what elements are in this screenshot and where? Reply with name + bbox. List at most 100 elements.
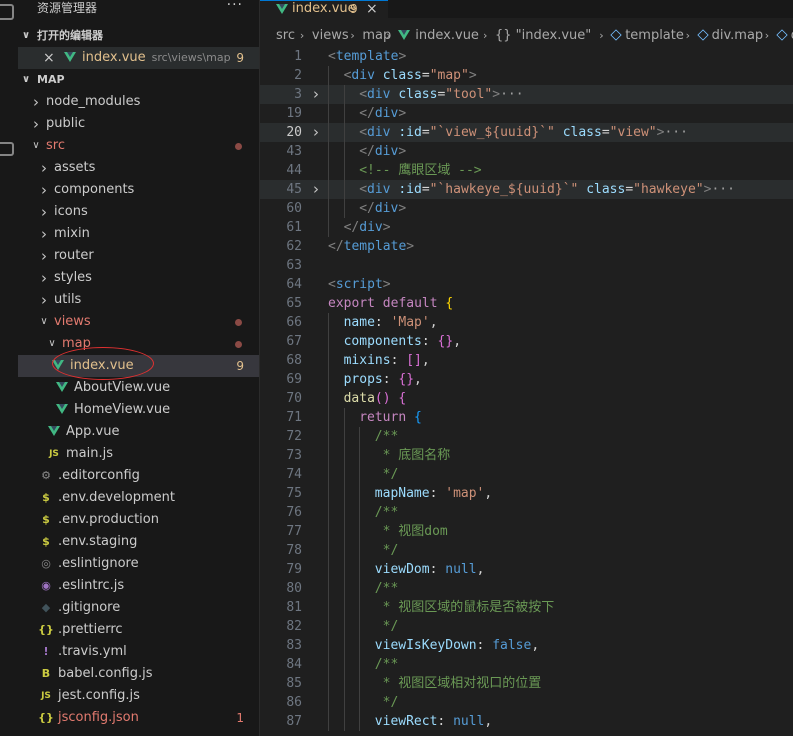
- tree-file[interactable]: HomeView.vue: [18, 399, 259, 421]
- tree-file[interactable]: $ .env.development: [18, 487, 259, 509]
- code-line[interactable]: 80 /**: [260, 579, 793, 598]
- code-text: * 视图dom: [374, 524, 448, 539]
- tree-folder[interactable]: ∨ views: [18, 311, 259, 333]
- code-line[interactable]: 76 /**: [260, 503, 793, 522]
- code-line[interactable]: 45 › <div :id="`hawkeye_${uuid}`" class="h…: [260, 180, 793, 199]
- code-line[interactable]: 73 * 底图名称: [260, 446, 793, 465]
- breadcrumb-item[interactable]: div.: [776, 25, 793, 47]
- code-line[interactable]: 63: [260, 256, 793, 275]
- code-line[interactable]: 77 * 视图dom: [260, 522, 793, 541]
- code-line[interactable]: 62 </template>: [260, 237, 793, 256]
- code-line[interactable]: 82 */: [260, 617, 793, 636]
- code-text: /**: [374, 505, 399, 520]
- tree-folder[interactable]: › icons: [18, 201, 259, 223]
- code-line[interactable]: 75 mapName: 'map',: [260, 484, 793, 503]
- code-line[interactable]: 64 <script>: [260, 275, 793, 294]
- more-actions-icon[interactable]: ···: [227, 0, 243, 13]
- code-line[interactable]: 3 › <div class="tool">···: [260, 85, 793, 104]
- open-editors-header[interactable]: ∨ 打开的编辑器: [18, 25, 259, 47]
- code-line[interactable]: 86 */: [260, 693, 793, 712]
- close-icon[interactable]: ×: [43, 47, 55, 69]
- code-line[interactable]: 78 */: [260, 541, 793, 560]
- close-icon[interactable]: ×: [366, 1, 378, 17]
- breadcrumb-item[interactable]: index.vue: [398, 25, 479, 47]
- breadcrumb-item[interactable]: views: [312, 25, 349, 47]
- code-line[interactable]: 66 name: 'Map',: [260, 313, 793, 332]
- code-line[interactable]: 60 </div>: [260, 199, 793, 218]
- code-line[interactable]: 83 viewIsKeyDown: false,: [260, 636, 793, 655]
- code-line[interactable]: 85 * 视图区域相对视口的位置: [260, 674, 793, 693]
- code-line[interactable]: 69 props: {},: [260, 370, 793, 389]
- code-line[interactable]: 19 </div>: [260, 104, 793, 123]
- source-control-icon[interactable]: [0, 142, 14, 156]
- tree-file[interactable]: {} jsconfig.json 1: [18, 707, 259, 729]
- tree-file[interactable]: ◆ .gitignore: [18, 597, 259, 619]
- tree-file[interactable]: Bbabel.config.js: [18, 663, 259, 685]
- breadcrumb-item[interactable]: div.map: [696, 25, 763, 47]
- fold-chevron-icon[interactable]: ›: [313, 180, 319, 199]
- line-number: 76: [286, 505, 302, 520]
- indent-guide: [343, 636, 345, 655]
- tree-folder[interactable]: › router: [18, 245, 259, 267]
- tab-index-vue[interactable]: index.vue 9 ×: [260, 0, 388, 18]
- breadcrumb-item[interactable]: {} "index.vue": [495, 25, 591, 47]
- indent-guide: [328, 427, 329, 446]
- tree-file[interactable]: ◉ .eslintrc.js: [18, 575, 259, 597]
- code-editor[interactable]: 1 <template> 2 <div class="map"> 3 › <div clas…: [260, 47, 793, 736]
- tree-folder[interactable]: › assets: [18, 157, 259, 179]
- tree-file[interactable]: JS main.js: [18, 443, 259, 465]
- code-line[interactable]: 20 › <div :id="`view_${uuid}`" class="view…: [260, 123, 793, 142]
- tree-folder[interactable]: › utils: [18, 289, 259, 311]
- code-line[interactable]: 71 return {: [260, 408, 793, 427]
- code-line[interactable]: 67 components: {},: [260, 332, 793, 351]
- project-header[interactable]: ∨ MAP: [18, 69, 259, 91]
- tree-item-label: App.vue: [66, 424, 120, 439]
- tree-file[interactable]: $ .env.production: [18, 509, 259, 531]
- code-line[interactable]: 81 * 视图区域的鼠标是否被按下: [260, 598, 793, 617]
- tree-file[interactable]: App.vue: [18, 421, 259, 443]
- tree-folder[interactable]: › mixin: [18, 223, 259, 245]
- env-file-icon: $: [42, 491, 50, 504]
- code-line[interactable]: 74 */: [260, 465, 793, 484]
- indent-guide: [328, 446, 329, 465]
- indent-guide: [359, 693, 361, 712]
- activity-bar: [0, 0, 18, 736]
- tree-file[interactable]: ◎ .eslintignore: [18, 553, 259, 575]
- git-icon: ◆: [41, 601, 51, 614]
- code-line[interactable]: 79 viewDom: null,: [260, 560, 793, 579]
- code-line[interactable]: 87 viewRect: null,: [260, 712, 793, 731]
- code-line[interactable]: 65 export default {: [260, 294, 793, 313]
- tree-folder[interactable]: › components: [18, 179, 259, 201]
- code-line[interactable]: 2 <div class="map">: [260, 66, 793, 85]
- tree-folder[interactable]: ∨ src: [18, 135, 259, 157]
- explorer-icon[interactable]: [0, 4, 14, 20]
- tree-file[interactable]: ! .travis.yml: [18, 641, 259, 663]
- tree-file[interactable]: {} .prettierrc: [18, 619, 259, 641]
- tree-folder[interactable]: › styles: [18, 267, 259, 289]
- tree-file[interactable]: ⚙ .editorconfig: [18, 465, 259, 487]
- code-line[interactable]: 1 <template>: [260, 47, 793, 66]
- code-line[interactable]: 43 </div>: [260, 142, 793, 161]
- code-line[interactable]: 68 mixins: [],: [260, 351, 793, 370]
- code-line[interactable]: 70 data() {: [260, 389, 793, 408]
- line-number: 68: [286, 353, 302, 368]
- breadcrumb-item[interactable]: src: [276, 25, 295, 47]
- fold-chevron-icon[interactable]: ›: [313, 85, 319, 104]
- tree-folder[interactable]: › node_modules: [18, 91, 259, 113]
- tree-file[interactable]: AboutView.vue: [18, 377, 259, 399]
- breadcrumb-item[interactable]: template: [610, 25, 684, 47]
- tree-folder[interactable]: › public: [18, 113, 259, 135]
- tree-file[interactable]: JS jest.config.js: [18, 685, 259, 707]
- yaml-file-icon: !: [43, 645, 49, 658]
- tree-file[interactable]: $ .env.staging: [18, 531, 259, 553]
- code-line[interactable]: 72 /**: [260, 427, 793, 446]
- open-editor-item[interactable]: × index.vue src\views\map 9: [18, 47, 259, 69]
- fold-chevron-icon[interactable]: ›: [313, 123, 319, 142]
- tree-item-label: babel.config.js: [58, 666, 153, 681]
- code-text: mapName: 'map',: [374, 486, 493, 501]
- code-text: * 视图区域的鼠标是否被按下: [374, 600, 555, 615]
- code-line[interactable]: 61 </div>: [260, 218, 793, 237]
- modified-dot-icon: [235, 341, 242, 348]
- code-line[interactable]: 44 <!-- 鹰眼区域 -->: [260, 161, 793, 180]
- code-line[interactable]: 84 /**: [260, 655, 793, 674]
